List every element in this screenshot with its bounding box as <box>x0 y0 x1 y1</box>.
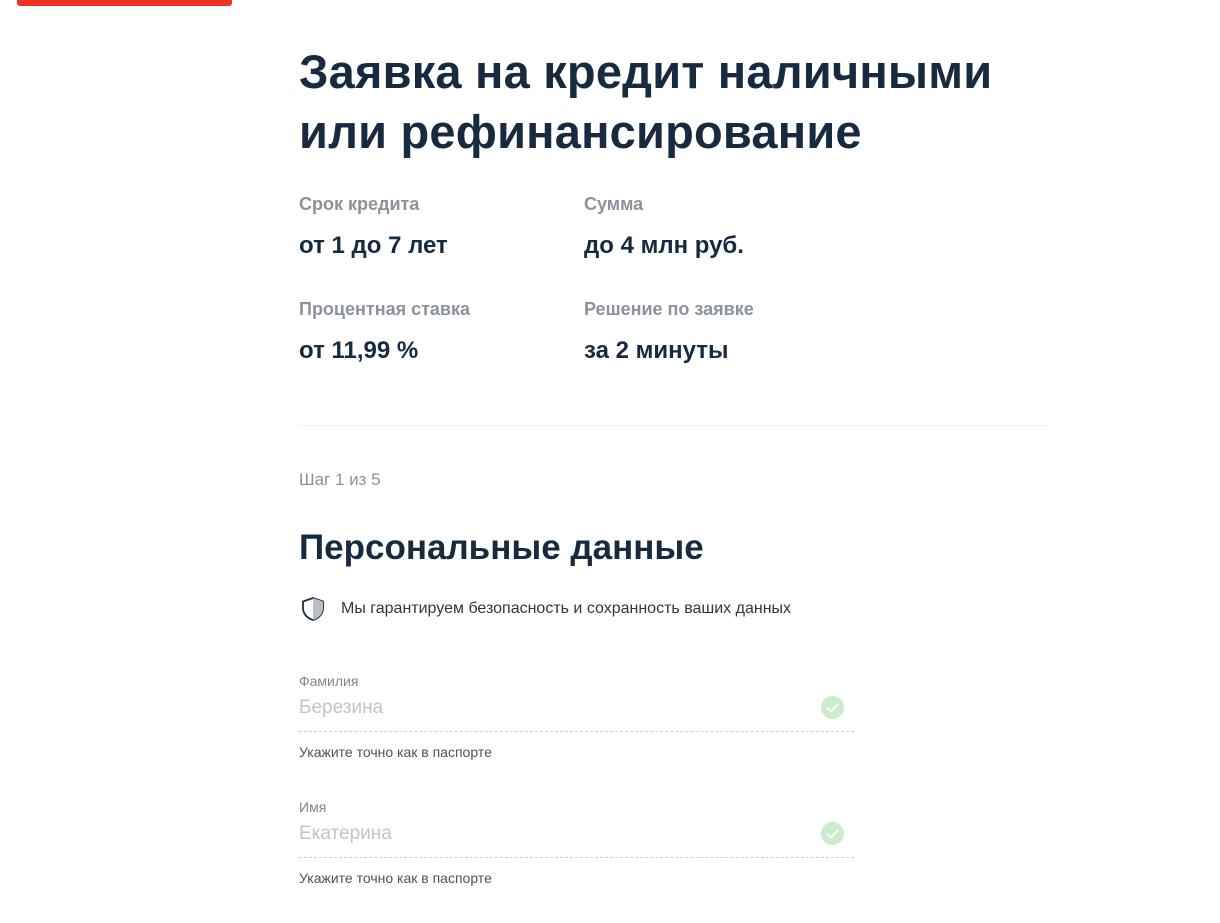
param-amount: Сумма до 4 млн руб. <box>584 193 844 261</box>
param-decision-label: Решение по заявке <box>584 299 754 319</box>
section-title: Персональные данные <box>299 528 704 567</box>
first-name-field: Имя Укажите точно как в паспорте <box>299 798 854 887</box>
param-term-label: Срок кредита <box>299 194 420 214</box>
first-name-hint: Укажите точно как в паспорте <box>299 870 492 886</box>
surname-input[interactable] <box>299 696 799 720</box>
first-name-input[interactable] <box>299 822 799 846</box>
param-term: Срок кредита от 1 до 7 лет <box>299 193 559 261</box>
page-title: Заявка на кредит наличными или рефинанси… <box>299 42 1059 162</box>
security-notice: Мы гарантируем безопасность и сохранност… <box>299 596 791 622</box>
surname-field: Фамилия Укажите точно как в паспорте <box>299 672 854 761</box>
surname-hint: Укажите точно как в паспорте <box>299 744 492 760</box>
param-rate-value: от 11,99 % <box>299 337 419 364</box>
param-amount-label: Сумма <box>584 194 644 214</box>
param-rate: Процентная ставка от 11,99 % <box>299 298 559 366</box>
param-amount-value: до 4 млн руб. <box>584 232 744 259</box>
page-title-line2: или рефинансирование <box>299 105 862 158</box>
surname-label: Фамилия <box>299 673 359 689</box>
brand-accent-bar <box>17 0 232 6</box>
step-indicator: Шаг 1 из 5 <box>299 470 381 489</box>
section-divider <box>299 425 1049 426</box>
param-rate-label: Процентная ставка <box>299 299 470 319</box>
surname-input-wrap <box>299 690 854 732</box>
param-decision: Решение по заявке за 2 минуты <box>584 298 844 366</box>
param-term-value: от 1 до 7 лет <box>299 232 448 259</box>
first-name-label: Имя <box>299 799 327 815</box>
check-circle-icon <box>821 822 844 845</box>
first-name-input-wrap <box>299 816 854 858</box>
security-text: Мы гарантируем безопасность и сохранност… <box>341 600 792 617</box>
page-title-line1: Заявка на кредит наличными <box>299 45 993 98</box>
shield-icon <box>299 596 327 622</box>
param-decision-value: за 2 минуты <box>584 337 729 364</box>
check-circle-icon <box>821 696 844 719</box>
